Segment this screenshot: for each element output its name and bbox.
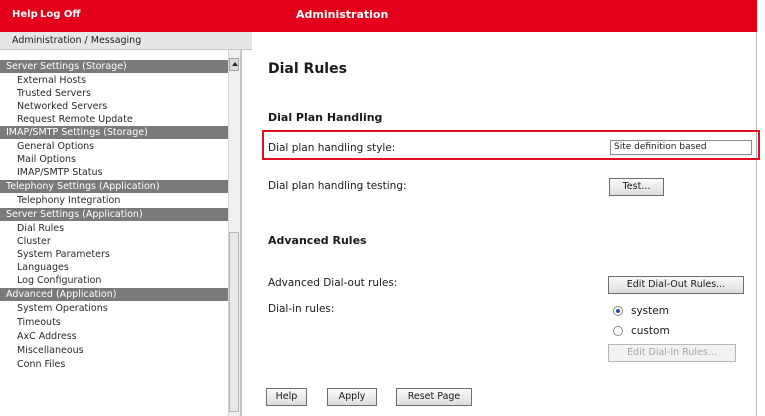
breadcrumb: Administration / Messaging [0,32,252,50]
sidebar-scroll-thumb[interactable] [229,232,239,412]
sidebar-item-telephony-integration[interactable]: Telephony Integration [17,194,120,207]
radio-custom-label: custom [631,325,670,337]
sidebar-item-log-configuration[interactable]: Log Configuration [17,274,101,287]
test-button[interactable]: Test... [609,178,664,196]
sidebar-section-telephony-settings[interactable]: Telephony Settings (Application) [0,180,228,193]
edit-dialout-rules-button[interactable]: Edit Dial-Out Rules... [608,276,744,294]
dialin-rules-label: Dial-in rules: [268,303,335,315]
help-button[interactable]: Help [266,388,307,406]
sidebar-item-axc-address[interactable]: AxC Address [17,330,77,343]
sidebar-item-networked-servers[interactable]: Networked Servers [17,100,107,113]
sidebar-section-server-settings-storage[interactable]: Server Settings (Storage) [0,60,228,73]
apply-button[interactable]: Apply [327,388,377,406]
sidebar-item-cluster[interactable]: Cluster [17,235,51,248]
advanced-rules-heading: Advanced Rules [268,234,367,247]
dialout-rules-label: Advanced Dial-out rules: [268,277,398,289]
sidebar-section-server-settings-application[interactable]: Server Settings (Application) [0,208,228,221]
help-link[interactable]: Help [12,9,38,20]
sidebar-item-trusted-servers[interactable]: Trusted Servers [17,87,91,100]
sidebar-item-imap-smtp-status[interactable]: IMAP/SMTP Status [17,166,102,179]
sidebar-item-mail-options[interactable]: Mail Options [17,153,76,166]
radio-system[interactable] [613,306,623,316]
scroll-up-arrow-icon[interactable] [229,58,239,71]
radio-system-label: system [631,305,669,317]
sidebar-item-external-hosts[interactable]: External Hosts [17,74,86,87]
sidebar-item-dial-rules[interactable]: Dial Rules [17,222,64,235]
sidebar-item-system-operations[interactable]: System Operations [17,302,108,315]
reset-page-button[interactable]: Reset Page [396,388,472,406]
sidebar-nav: Server Settings (Storage) External Hosts… [0,50,238,416]
breadcrumb-text: Administration / Messaging [12,35,142,46]
sidebar-item-languages[interactable]: Languages [17,261,69,274]
sidebar-item-conn-files[interactable]: Conn Files [17,358,65,371]
dial-plan-style-select[interactable]: Site definition based [610,140,752,155]
panel-divider [240,50,242,416]
sidebar-item-request-remote-update[interactable]: Request Remote Update [17,113,133,126]
sidebar-item-system-parameters[interactable]: System Parameters [17,248,110,261]
sidebar-section-advanced-application[interactable]: Advanced (Application) [0,288,228,301]
edit-dialin-rules-button: Edit Dial-In Rules... [608,344,736,362]
top-bar: Help Log Off Administration [0,0,757,32]
radio-custom[interactable] [613,326,623,336]
sidebar-item-timeouts[interactable]: Timeouts [17,316,61,329]
logoff-link[interactable]: Log Off [40,9,80,20]
sidebar-section-imap-smtp-settings[interactable]: IMAP/SMTP Settings (Storage) [0,126,228,139]
app-title: Administration [296,8,389,21]
dial-plan-heading: Dial Plan Handling [268,111,383,124]
dial-plan-testing-label: Dial plan handling testing: [268,180,407,192]
sidebar-item-general-options[interactable]: General Options [17,140,94,153]
page-title: Dial Rules [268,61,347,77]
sidebar-item-miscellaneous[interactable]: Miscellaneous [17,344,84,357]
